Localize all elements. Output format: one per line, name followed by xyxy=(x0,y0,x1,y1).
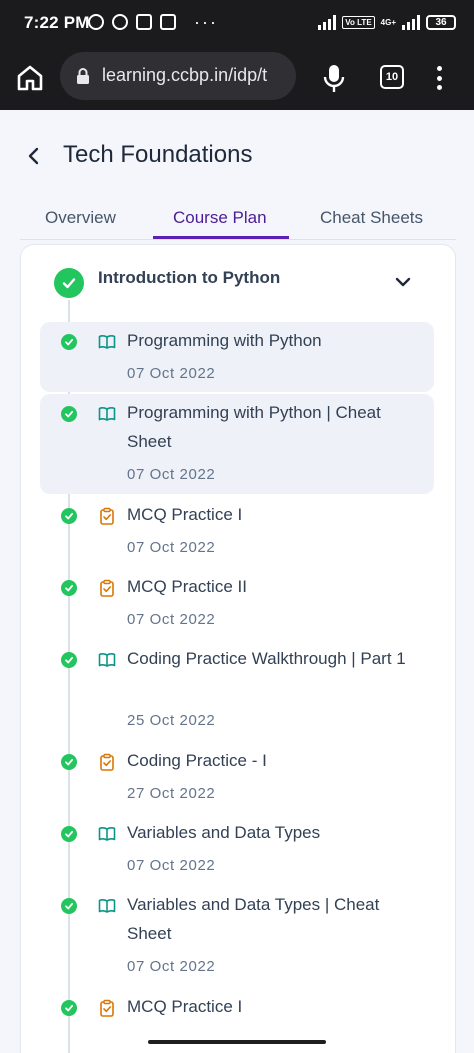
status-bar: 7:22 PM ··· Vo LTE 4G+ 36 xyxy=(0,0,474,48)
item-date: 27 Oct 2022 xyxy=(127,785,216,802)
course-item[interactable]: Programming with Python 07 Oct 2022 xyxy=(40,322,434,392)
clipboard-check-icon xyxy=(98,579,116,597)
status-time: 7:22 PM xyxy=(24,13,90,32)
book-icon xyxy=(98,825,116,843)
item-title: Programming with Python | Cheat Sheet xyxy=(127,403,381,451)
course-item[interactable]: MCQ Practice I 07 Oct 2022 xyxy=(40,496,434,566)
course-item[interactable]: MCQ Practice II 07 Oct 2022 xyxy=(40,568,434,638)
module-complete-check-icon xyxy=(54,268,84,298)
item-title: MCQ Practice II xyxy=(127,577,247,596)
item-date: 07 Oct 2022 xyxy=(127,857,216,874)
more-notifications-icon: ··· xyxy=(194,12,218,32)
item-complete-check-icon xyxy=(61,652,77,668)
item-title: Coding Practice - I xyxy=(127,751,267,770)
clipboard-check-icon xyxy=(98,507,116,525)
tab-overview[interactable]: Overview xyxy=(45,208,116,228)
book-icon xyxy=(98,333,116,351)
course-item[interactable]: Programming with Python | Cheat Sheet 07 … xyxy=(40,394,434,494)
item-complete-check-icon xyxy=(61,406,77,422)
item-complete-check-icon xyxy=(61,1000,77,1016)
course-item[interactable]: Coding Practice - I 27 Oct 2022 xyxy=(40,742,434,812)
battery-level: 36 xyxy=(435,16,447,28)
clipboard-check-icon xyxy=(98,753,116,771)
whatsapp-icon xyxy=(112,14,128,30)
item-date: 07 Oct 2022 xyxy=(127,611,216,628)
browser-toolbar: learning.ccbp.in/idp/t 10 xyxy=(0,48,474,110)
tab-course-plan[interactable]: Course Plan xyxy=(173,208,267,228)
url-text: learning.ccbp.in/idp/t xyxy=(102,65,268,85)
clipboard-check-icon xyxy=(98,999,116,1017)
item-complete-check-icon xyxy=(61,826,77,842)
item-complete-check-icon xyxy=(61,334,77,350)
item-title: MCQ Practice I xyxy=(127,505,243,524)
item-date: 07 Oct 2022 xyxy=(127,365,216,382)
back-arrow-icon[interactable] xyxy=(22,144,46,168)
item-title: MCQ Practice I xyxy=(127,997,243,1016)
notification-icons: ··· xyxy=(88,12,218,32)
volte-badge: Vo LTE xyxy=(342,15,375,29)
item-title: Variables and Data Types xyxy=(127,823,321,842)
page-title: Tech Foundations xyxy=(63,141,253,168)
item-date: 07 Oct 2022 xyxy=(127,466,216,483)
course-item[interactable]: Coding Practice Walkthrough | Part 1 25 O… xyxy=(40,640,434,740)
network-type: 4G+ xyxy=(380,17,396,27)
tab-divider xyxy=(20,239,456,240)
alarm-icon xyxy=(88,14,104,30)
system-icons: Vo LTE 4G+ 36 xyxy=(318,14,456,30)
tab-cheat-sheets[interactable]: Cheat Sheets xyxy=(320,208,423,228)
item-date: 07 Oct 2022 xyxy=(127,958,216,975)
home-indicator xyxy=(148,1040,326,1044)
book-icon xyxy=(98,651,116,669)
course-item[interactable]: Variables and Data Types | Cheat Sheet 07… xyxy=(40,886,434,986)
battery-icon: 36 xyxy=(426,14,456,30)
item-complete-check-icon xyxy=(61,508,77,524)
overflow-menu-icon[interactable] xyxy=(432,64,446,92)
item-title: Variables and Data Types | Cheat Sheet xyxy=(127,895,380,943)
document-icon xyxy=(160,14,176,30)
item-title: Coding Practice Walkthrough | Part 1 xyxy=(127,649,406,668)
signal-icon-2 xyxy=(402,14,420,30)
item-complete-check-icon xyxy=(61,898,77,914)
chevron-down-icon[interactable] xyxy=(393,272,413,292)
tab-switcher-button[interactable]: 10 xyxy=(380,65,404,89)
microphone-icon[interactable] xyxy=(322,62,346,94)
item-date: 07 Oct 2022 xyxy=(127,539,216,556)
lock-icon[interactable] xyxy=(74,67,92,85)
address-bar[interactable]: learning.ccbp.in/idp/t xyxy=(60,52,296,100)
item-title: Programming with Python xyxy=(127,331,322,350)
item-complete-check-icon xyxy=(61,754,77,770)
course-item[interactable]: Variables and Data Types 07 Oct 2022 xyxy=(40,814,434,884)
book-icon xyxy=(98,405,116,423)
signal-icon xyxy=(318,14,337,30)
message-icon xyxy=(136,14,152,30)
item-complete-check-icon xyxy=(61,580,77,596)
home-icon[interactable] xyxy=(14,62,46,94)
book-icon xyxy=(98,897,116,915)
module-title[interactable]: Introduction to Python xyxy=(98,268,280,288)
item-date: 25 Oct 2022 xyxy=(127,712,216,729)
active-tab-indicator xyxy=(153,236,289,239)
